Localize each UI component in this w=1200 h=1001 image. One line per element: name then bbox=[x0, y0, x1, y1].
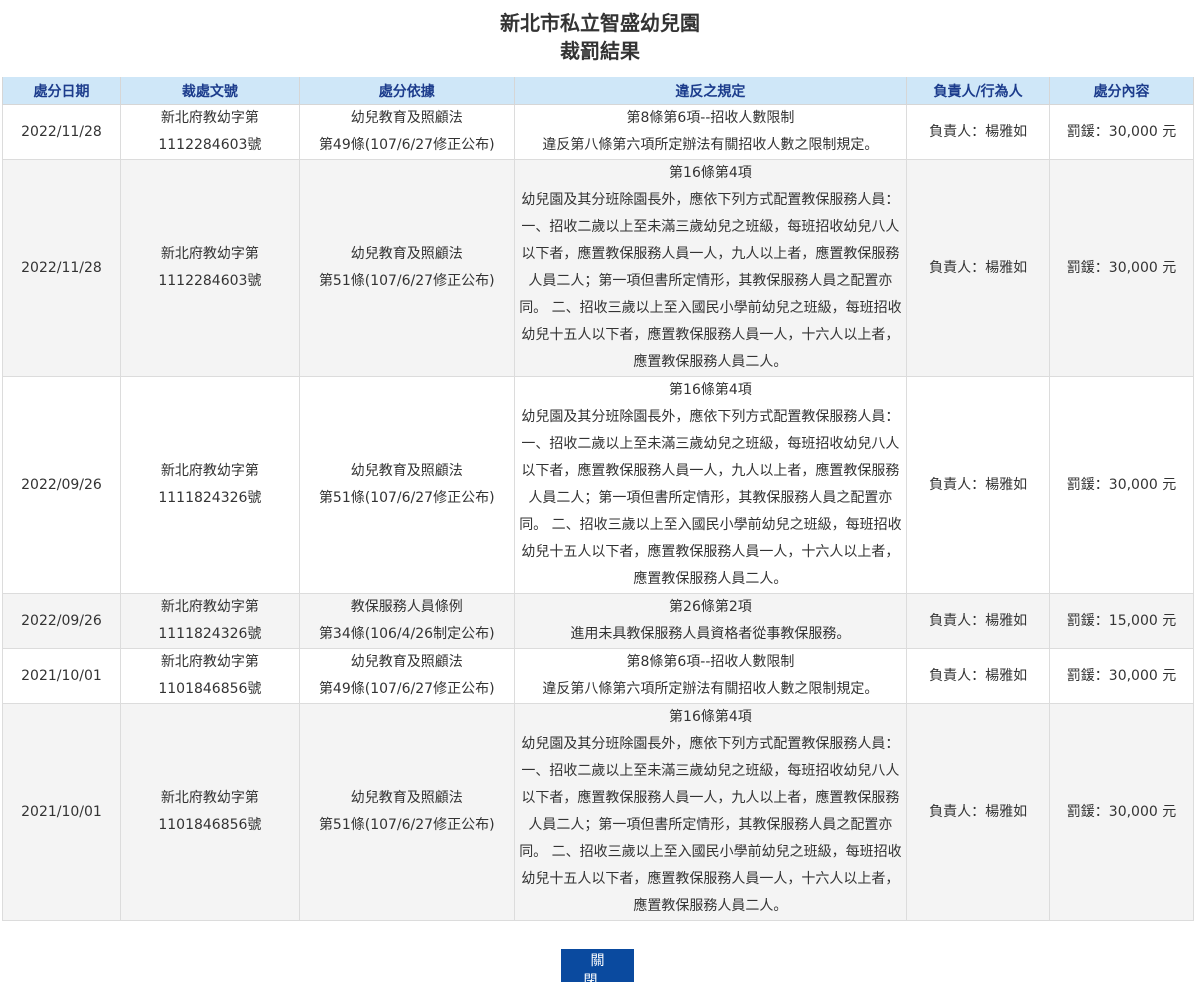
cell-doc-number: 新北府教幼字第 1101846856號 bbox=[119, 703, 300, 921]
basis-article: 第51條(107/6/27修正公布) bbox=[318, 273, 495, 289]
cell-doc-number: 新北府教幼字第 1112284603號 bbox=[119, 104, 300, 160]
cell-person: 負責人：楊雅如 bbox=[906, 159, 1051, 377]
basis-law: 幼兒教育及照顧法 bbox=[350, 110, 463, 126]
doc-line: 1111824326號 bbox=[158, 490, 262, 506]
cell-penalty: 罰鍰：30,000 元 bbox=[1049, 104, 1194, 160]
violation-text: 幼兒園及其分班除園長外，應依下列方式配置教保服務人員： 一、招收二歲以上至未滿三… bbox=[519, 409, 902, 587]
violation-title: 第16條第4項 bbox=[669, 382, 752, 398]
violation-title: 第8條第6項--招收人數限制 bbox=[626, 110, 795, 126]
column-header-doc-number: 裁處文號 bbox=[119, 77, 300, 105]
violation-title: 第16條第4項 bbox=[669, 709, 752, 725]
basis-law: 教保服務人員條例 bbox=[350, 599, 463, 615]
violation-text: 違反第八條第六項所定辦法有關招收人數之限制規定。 bbox=[542, 681, 879, 697]
cell-penalty: 罰鍰：30,000 元 bbox=[1049, 648, 1194, 704]
basis-law: 幼兒教育及照顧法 bbox=[350, 790, 463, 806]
cell-penalty: 罰鍰：30,000 元 bbox=[1049, 159, 1194, 377]
table-row: 2022/09/26 新北府教幼字第 1111824326號 幼兒教育及照顧法第51條… bbox=[2, 376, 1194, 594]
cell-doc-number: 新北府教幼字第 1111824326號 bbox=[119, 593, 300, 649]
doc-line: 新北府教幼字第 bbox=[160, 599, 259, 615]
violation-title: 第26條第2項 bbox=[669, 599, 752, 615]
column-header-date: 處分日期 bbox=[2, 77, 121, 105]
violation-text: 幼兒園及其分班除園長外，應依下列方式配置教保服務人員： 一、招收二歲以上至未滿三… bbox=[519, 192, 902, 370]
doc-line: 新北府教幼字第 bbox=[160, 790, 259, 806]
cell-person: 負責人：楊雅如 bbox=[906, 703, 1051, 921]
cell-violation: 第16條第4項幼兒園及其分班除園長外，應依下列方式配置教保服務人員： 一、招收二… bbox=[513, 376, 908, 594]
basis-law: 幼兒教育及照顧法 bbox=[350, 246, 463, 262]
violation-title: 第8條第6項--招收人數限制 bbox=[626, 654, 795, 670]
doc-line: 新北府教幼字第 bbox=[160, 246, 259, 262]
cell-basis: 教保服務人員條例第34條(106/4/26制定公布) bbox=[298, 593, 515, 649]
table-row: 2022/11/28 新北府教幼字第 1112284603號 幼兒教育及照顧法第51條… bbox=[2, 159, 1194, 377]
column-header-basis: 處分依據 bbox=[298, 77, 515, 105]
basis-article: 第49條(107/6/27修正公布) bbox=[318, 681, 495, 697]
column-header-penalty: 處分內容 bbox=[1049, 77, 1194, 105]
cell-basis: 幼兒教育及照顧法第51條(107/6/27修正公布) bbox=[298, 159, 515, 377]
cell-person: 負責人：楊雅如 bbox=[906, 648, 1051, 704]
cell-date: 2022/11/28 bbox=[2, 104, 121, 160]
violation-text: 違反第八條第六項所定辦法有關招收人數之限制規定。 bbox=[542, 137, 879, 153]
column-header-violation: 違反之規定 bbox=[513, 77, 908, 105]
doc-line: 1101846856號 bbox=[158, 817, 262, 833]
basis-article: 第51條(107/6/27修正公布) bbox=[318, 490, 495, 506]
doc-line: 1111824326號 bbox=[158, 626, 262, 642]
cell-doc-number: 新北府教幼字第 1112284603號 bbox=[119, 159, 300, 377]
doc-line: 1112284603號 bbox=[158, 273, 262, 289]
basis-law: 幼兒教育及照顧法 bbox=[350, 654, 463, 670]
cell-doc-number: 新北府教幼字第 1101846856號 bbox=[119, 648, 300, 704]
cell-penalty: 罰鍰：15,000 元 bbox=[1049, 593, 1194, 649]
table-row: 2021/10/01 新北府教幼字第 1101846856號 幼兒教育及照顧法第49條… bbox=[2, 648, 1194, 704]
cell-penalty: 罰鍰：30,000 元 bbox=[1049, 703, 1194, 921]
cell-basis: 幼兒教育及照顧法第51條(107/6/27修正公布) bbox=[298, 703, 515, 921]
cell-person: 負責人：楊雅如 bbox=[906, 104, 1051, 160]
table-row: 2022/11/28 新北府教幼字第 1112284603號 幼兒教育及照顧法第49條… bbox=[2, 104, 1194, 160]
cell-person: 負責人：楊雅如 bbox=[906, 593, 1051, 649]
violation-text: 進用未具教保服務人員資格者從事教保服務。 bbox=[570, 626, 851, 642]
cell-violation: 第26條第2項進用未具教保服務人員資格者從事教保服務。 bbox=[513, 593, 908, 649]
table-row: 2021/10/01 新北府教幼字第 1101846856號 幼兒教育及照顧法第51條… bbox=[2, 703, 1194, 921]
cell-basis: 幼兒教育及照顧法第51條(107/6/27修正公布) bbox=[298, 376, 515, 594]
cell-violation: 第8條第6項--招收人數限制違反第八條第六項所定辦法有關招收人數之限制規定。 bbox=[513, 104, 908, 160]
cell-doc-number: 新北府教幼字第 1111824326號 bbox=[119, 376, 300, 594]
doc-line: 1112284603號 bbox=[158, 137, 262, 153]
basis-article: 第49條(107/6/27修正公布) bbox=[318, 137, 495, 153]
cell-date: 2021/10/01 bbox=[2, 703, 121, 921]
table-header-row: 處分日期 裁處文號 處分依據 違反之規定 負責人/行為人 處分內容 bbox=[2, 77, 1194, 105]
violation-title: 第16條第4項 bbox=[669, 165, 752, 181]
cell-violation: 第16條第4項幼兒園及其分班除園長外，應依下列方式配置教保服務人員： 一、招收二… bbox=[513, 159, 908, 377]
basis-article: 第51條(107/6/27修正公布) bbox=[318, 817, 495, 833]
cell-violation: 第16條第4項幼兒園及其分班除園長外，應依下列方式配置教保服務人員： 一、招收二… bbox=[513, 703, 908, 921]
doc-line: 新北府教幼字第 bbox=[160, 463, 259, 479]
page-subtitle: 裁罰結果 bbox=[560, 39, 640, 63]
penalty-table: 處分日期 裁處文號 處分依據 違反之規定 負責人/行為人 處分內容 2022/1… bbox=[2, 77, 1194, 921]
cell-person: 負責人：楊雅如 bbox=[906, 376, 1051, 594]
doc-line: 新北府教幼字第 bbox=[160, 110, 259, 126]
cell-penalty: 罰鍰：30,000 元 bbox=[1049, 376, 1194, 594]
basis-article: 第34條(106/4/26制定公布) bbox=[318, 626, 495, 642]
cell-basis: 幼兒教育及照顧法第49條(107/6/27修正公布) bbox=[298, 648, 515, 704]
cell-date: 2022/09/26 bbox=[2, 376, 121, 594]
basis-law: 幼兒教育及照顧法 bbox=[350, 463, 463, 479]
close-button[interactable]: 關閉 bbox=[561, 949, 634, 989]
page-title: 新北市私立智盛幼兒園 裁罰結果 bbox=[0, 0, 1200, 65]
cell-date: 2022/09/26 bbox=[2, 593, 121, 649]
violation-text: 幼兒園及其分班除園長外，應依下列方式配置教保服務人員： 一、招收二歲以上至未滿三… bbox=[519, 736, 902, 914]
doc-line: 新北府教幼字第 bbox=[160, 654, 259, 670]
cell-basis: 幼兒教育及照顧法第49條(107/6/27修正公布) bbox=[298, 104, 515, 160]
doc-line: 1101846856號 bbox=[158, 681, 262, 697]
cell-violation: 第8條第6項--招收人數限制違反第八條第六項所定辦法有關招收人數之限制規定。 bbox=[513, 648, 908, 704]
cell-date: 2022/11/28 bbox=[2, 159, 121, 377]
column-header-person: 負責人/行為人 bbox=[906, 77, 1051, 105]
table-row: 2022/09/26 新北府教幼字第 1111824326號 教保服務人員條例第34條… bbox=[2, 593, 1194, 649]
cell-date: 2021/10/01 bbox=[2, 648, 121, 704]
kindergarten-name: 新北市私立智盛幼兒園 bbox=[500, 11, 700, 35]
